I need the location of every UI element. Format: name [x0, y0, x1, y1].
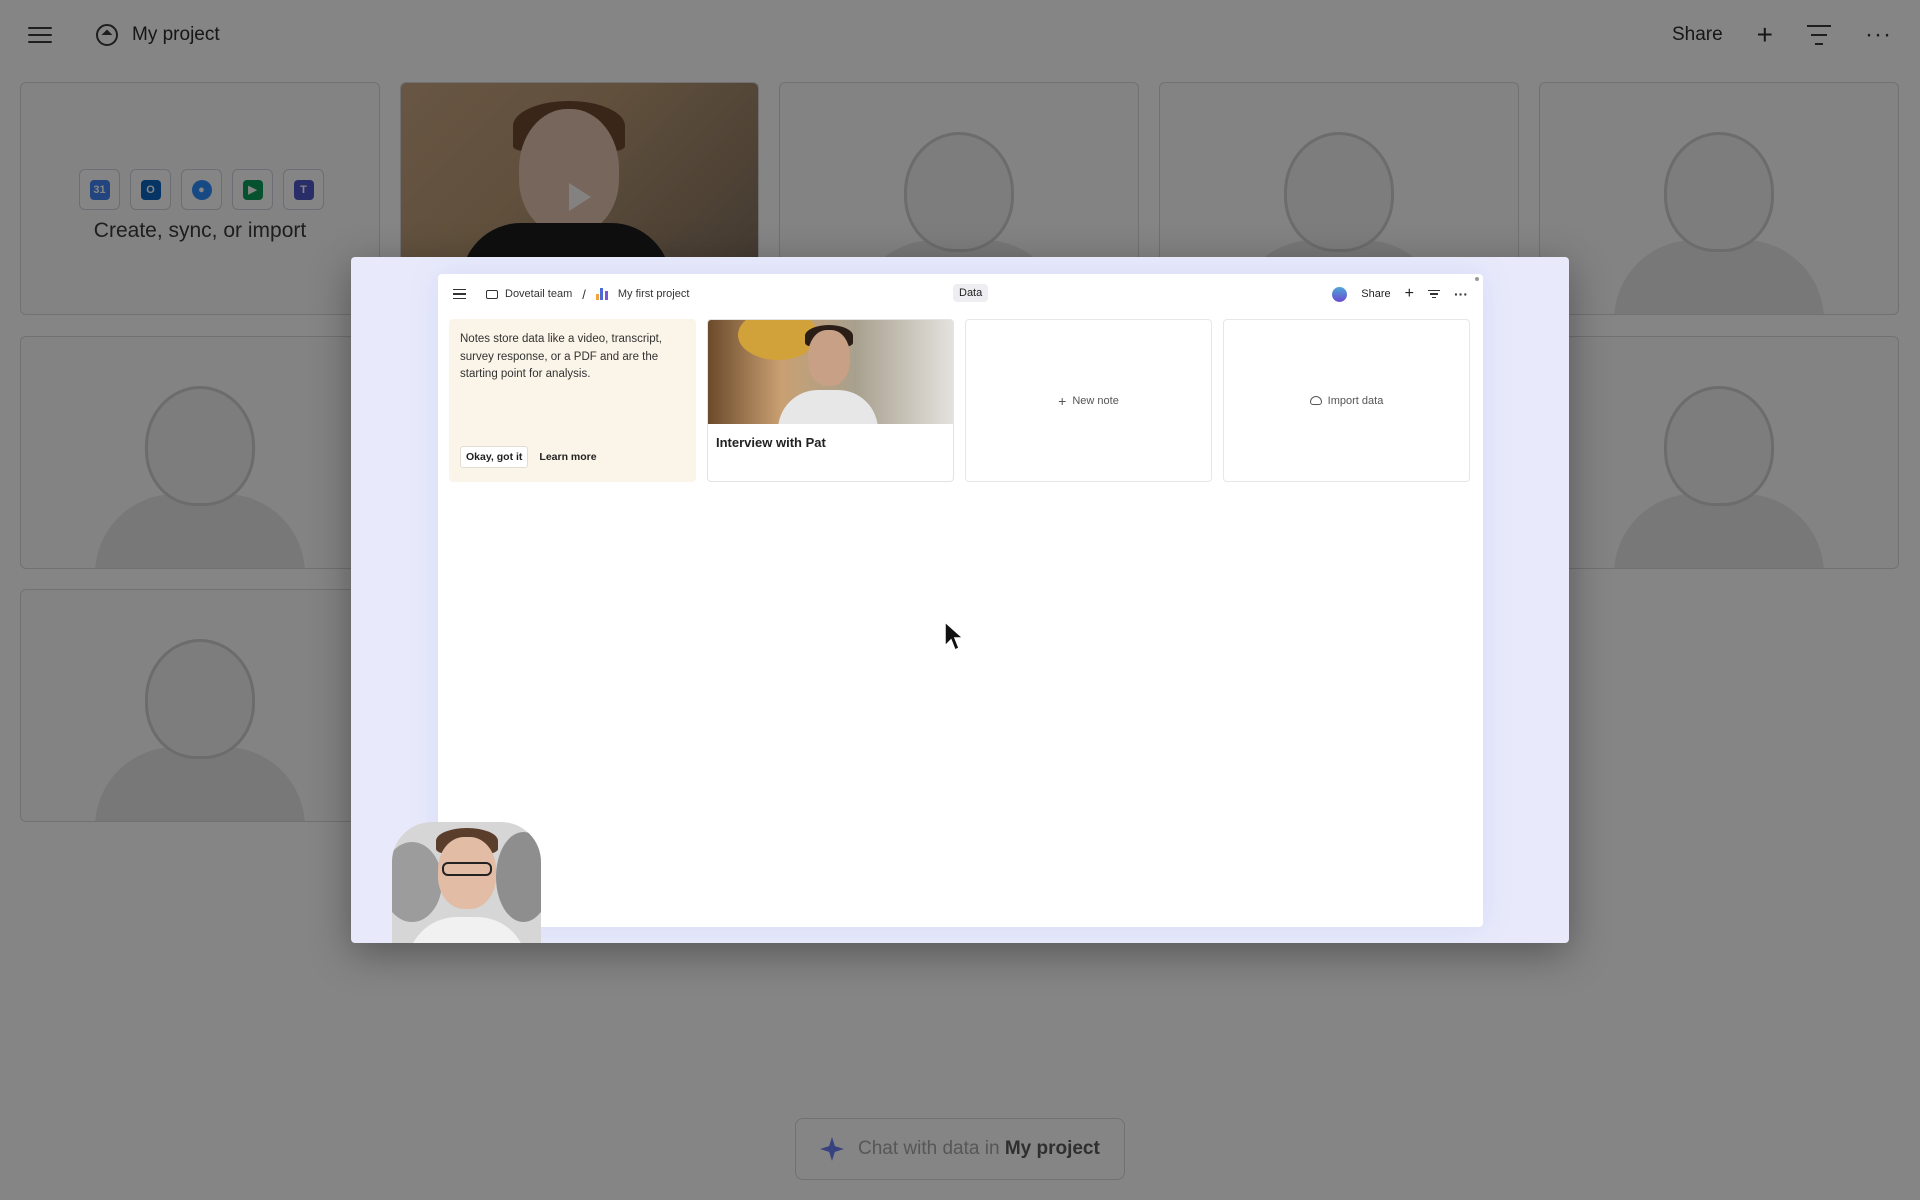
breadcrumb-project[interactable]: My first project [618, 288, 690, 300]
tab-data[interactable]: Data [953, 284, 989, 302]
import-data-button[interactable]: Import data [1223, 319, 1470, 482]
filter-icon[interactable] [1428, 289, 1440, 299]
avatar[interactable] [1332, 286, 1348, 302]
sparkle-icon [820, 1137, 844, 1161]
breadcrumb-team[interactable]: Dovetail team [505, 288, 572, 300]
project-chart-icon [595, 288, 610, 300]
notes-tip-card: Notes store data like a video, transcrip… [449, 319, 696, 482]
import-data-label: Import data [1327, 394, 1384, 407]
presenter-video-bubble [392, 822, 541, 943]
folder-icon [486, 289, 498, 299]
chat-with-data-button[interactable]: Chat with data in My project [795, 1118, 1125, 1180]
plus-icon: + [1058, 392, 1067, 409]
embedded-topbar: Dovetail team / My first project Data Sh… [438, 274, 1483, 314]
menu-icon[interactable] [453, 288, 466, 300]
share-button[interactable]: Share [1361, 288, 1390, 300]
video-modal: Dovetail team / My first project Data Sh… [351, 257, 1569, 943]
new-note-button[interactable]: + New note [965, 319, 1212, 482]
breadcrumb-separator: / [582, 286, 586, 302]
new-note-label: New note [1072, 394, 1119, 407]
okay-got-it-button[interactable]: Okay, got it [460, 446, 529, 468]
add-icon[interactable]: + [1405, 286, 1414, 302]
cloud-upload-icon [1309, 396, 1322, 405]
interview-thumbnail [708, 320, 953, 424]
chat-label: Chat with data in My project [858, 1138, 1100, 1159]
interview-title: Interview with Pat [716, 435, 826, 450]
tip-text: Notes store data like a video, transcrip… [460, 333, 662, 380]
interview-note-card[interactable]: Interview with Pat [707, 319, 954, 482]
more-icon[interactable]: ··· [1454, 287, 1468, 301]
embedded-app-screen: Dovetail team / My first project Data Sh… [438, 274, 1483, 927]
learn-more-link[interactable]: Learn more [534, 447, 601, 467]
